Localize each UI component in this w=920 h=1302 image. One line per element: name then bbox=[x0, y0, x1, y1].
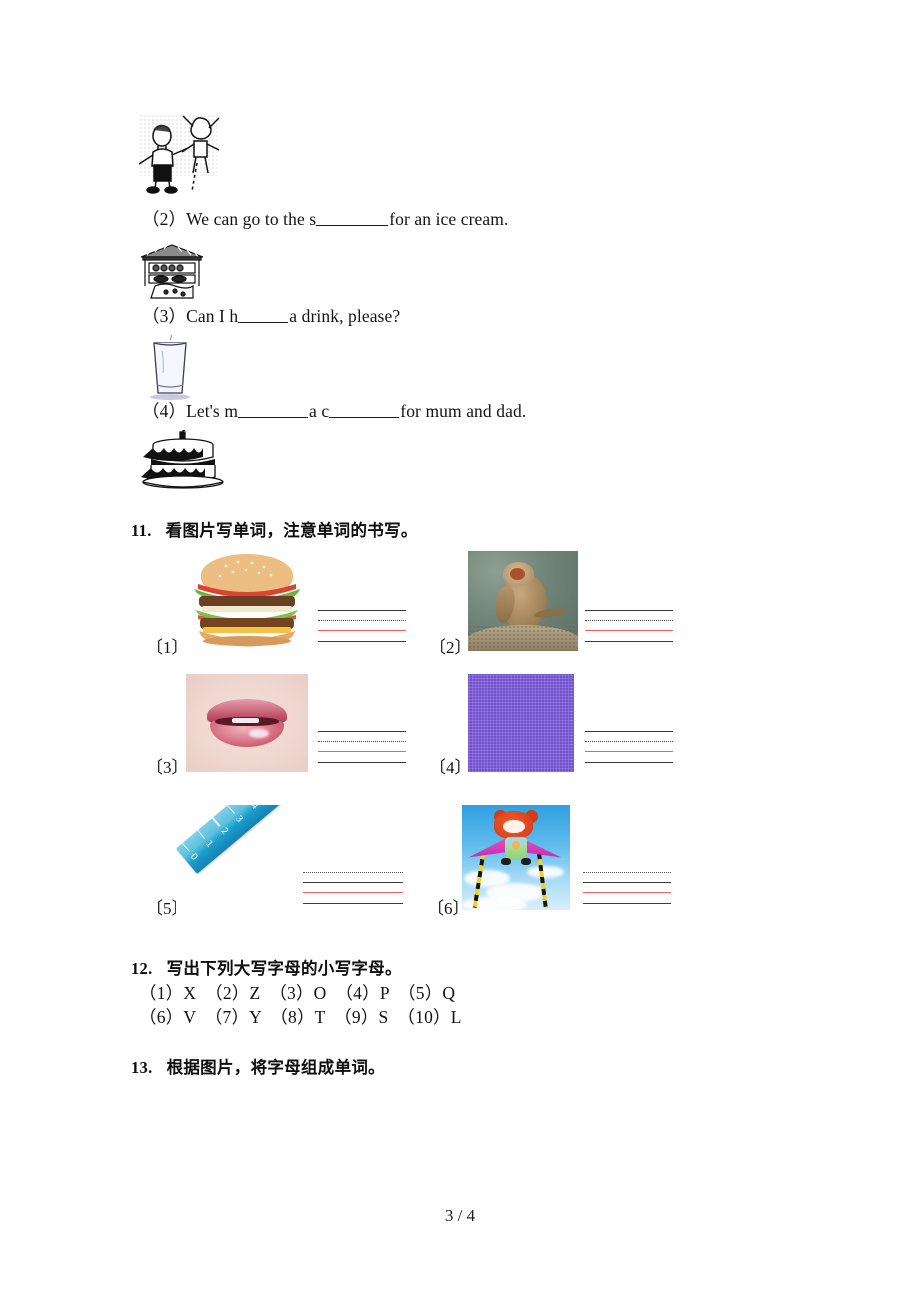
exercise-12-number: 12. bbox=[131, 959, 153, 978]
writing-guide-3[interactable] bbox=[318, 731, 406, 763]
label-item-3-photo: 〔3〕 bbox=[146, 758, 189, 777]
exercise-11-number: 11. bbox=[131, 521, 152, 540]
exercise-12-heading: 12. 写出下列大写字母的小写字母。 bbox=[131, 955, 402, 979]
boy-with-puppet-lineart bbox=[138, 115, 220, 194]
purple-color-swatch bbox=[468, 674, 574, 772]
item-2-text-before: We can go to the s bbox=[186, 209, 317, 229]
writing-guide-2[interactable] bbox=[585, 610, 673, 642]
exercise-11-title: 看图片写单词，注意单词的书写。 bbox=[165, 521, 418, 540]
exercise-13-number: 13. bbox=[131, 1058, 153, 1077]
item-2-text-after: for an ice cream. bbox=[389, 209, 509, 229]
writing-guide-4[interactable] bbox=[585, 731, 673, 763]
exercise-11-heading: 11. 看图片写单词，注意单词的书写。 bbox=[131, 517, 418, 541]
shop-stall-lineart bbox=[140, 244, 204, 299]
item-3-text-after: a drink, please? bbox=[289, 306, 401, 326]
exercise-13-title: 根据图片，将字母组成单词。 bbox=[166, 1058, 385, 1077]
exercise-13-heading: 13. 根据图片，将字母组成单词。 bbox=[131, 1054, 385, 1078]
item-3-marker: （3） bbox=[142, 306, 187, 326]
label-item-4-photo: 〔4〕 bbox=[429, 758, 472, 777]
boy-with-puppet-image bbox=[131, 108, 227, 196]
item-4-text-after: for mum and dad. bbox=[400, 401, 527, 421]
shop-stall-image bbox=[133, 241, 211, 301]
glass-of-water-lineart bbox=[150, 335, 190, 400]
item-4-marker: （4） bbox=[142, 401, 187, 421]
writing-guide-1[interactable] bbox=[318, 610, 406, 642]
glass-of-water-image bbox=[140, 335, 200, 403]
item-4-text-mid: a c bbox=[309, 401, 330, 421]
page-number: 3 / 4 bbox=[444, 1206, 476, 1225]
exercise-12-title: 写出下列大写字母的小写字母。 bbox=[166, 959, 402, 978]
label-item-1: 〔1〕 bbox=[146, 638, 189, 657]
lips-mouth-photo bbox=[186, 674, 308, 772]
worksheet-page: （2）We can go to the s for an ice cream. bbox=[0, 0, 920, 1302]
item-4-text-before: Let's m bbox=[186, 401, 239, 421]
blank-item-3: （3）Can I h a drink, please? bbox=[142, 305, 400, 327]
birthday-cake-image bbox=[134, 430, 234, 492]
item-4-blank-2[interactable] bbox=[329, 402, 400, 418]
exercise-12-row-1: （1）X （2）Z （3）O （4）P （5）Q bbox=[139, 983, 456, 1003]
blue-ruler-photo: 0 1 2 3 4 5 bbox=[176, 805, 302, 915]
item-2-marker: （2） bbox=[142, 209, 187, 229]
exercise-12-row-2: （6）V （7）Y （8）T （9）S （10）L bbox=[139, 1007, 462, 1027]
item-3-text-before: Can I h bbox=[186, 306, 239, 326]
item-2-blank[interactable] bbox=[316, 210, 389, 226]
birthday-cake-lineart bbox=[141, 430, 224, 489]
kite-in-sky-photo bbox=[462, 805, 570, 910]
monkey-photo bbox=[468, 551, 578, 651]
blank-item-4: （4）Let's m a c for mum and dad. bbox=[142, 400, 526, 422]
writing-guide-6[interactable] bbox=[583, 872, 671, 904]
label-item-2-photo: 〔2〕 bbox=[429, 638, 472, 657]
blank-item-2: （2）We can go to the s for an ice cream. bbox=[142, 208, 508, 230]
hamburger-illustration bbox=[194, 554, 300, 647]
writing-guide-5[interactable] bbox=[303, 872, 403, 904]
item-4-blank-1[interactable] bbox=[238, 402, 309, 418]
item-3-blank[interactable] bbox=[238, 307, 289, 323]
hamburger-photo bbox=[186, 551, 308, 647]
